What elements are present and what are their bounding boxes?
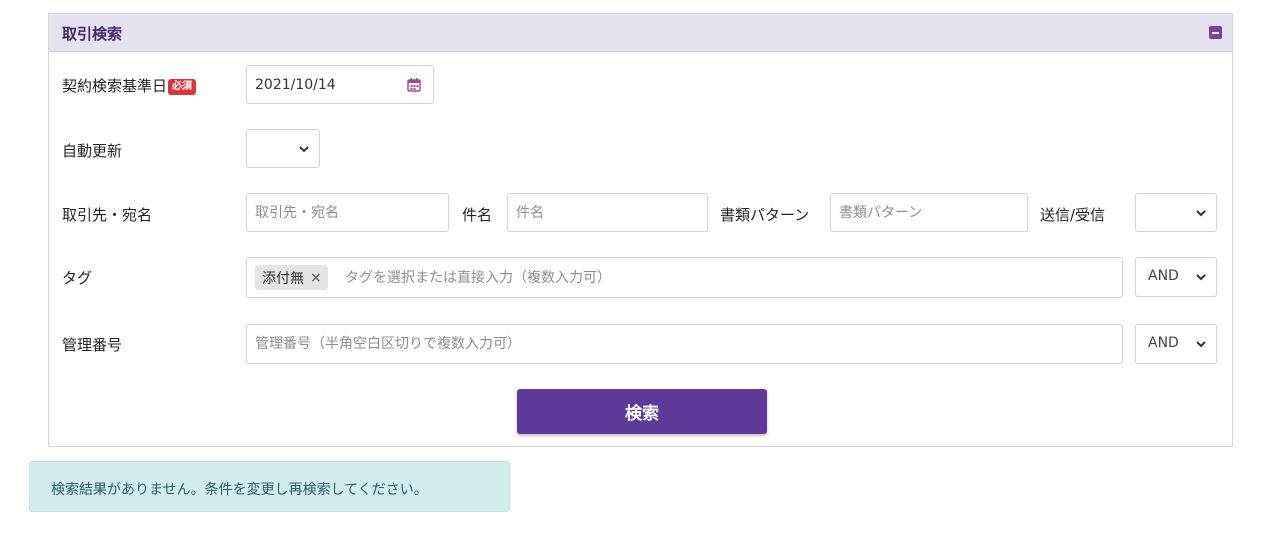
tags-label: タグ bbox=[62, 269, 93, 287]
doc-pattern-label: 書類パターン bbox=[720, 206, 810, 224]
counterparty-label: 取引先・宛名 bbox=[62, 206, 153, 224]
chevron-down-icon bbox=[1196, 274, 1206, 281]
calendar-icon[interactable] bbox=[406, 77, 422, 93]
tags-input[interactable] bbox=[343, 266, 947, 290]
tags-operator-value: AND bbox=[1148, 268, 1179, 284]
chevron-down-icon bbox=[1196, 341, 1206, 348]
tag-chip: 添付無 × bbox=[255, 265, 328, 290]
management-no-input[interactable] bbox=[246, 324, 1123, 364]
alert-message: 検索結果がありません。条件を変更し再検索してください。 bbox=[51, 482, 428, 498]
counterparty-input[interactable] bbox=[246, 193, 449, 232]
management-no-operator-select[interactable]: AND bbox=[1135, 324, 1217, 364]
required-badge: 必須 bbox=[168, 79, 197, 95]
tag-remove-icon[interactable]: × bbox=[310, 270, 322, 286]
no-results-alert: 検索結果がありません。条件を変更し再検索してください。 bbox=[29, 461, 510, 512]
subject-label: 件名 bbox=[462, 206, 493, 224]
contract-date-label-text: 契約検索基準日 bbox=[62, 77, 168, 95]
management-no-label: 管理番号 bbox=[62, 336, 123, 354]
doc-pattern-input[interactable] bbox=[830, 193, 1028, 232]
search-button[interactable]: 検索 bbox=[517, 389, 767, 434]
subject-input[interactable] bbox=[507, 193, 708, 232]
chevron-down-icon bbox=[1196, 210, 1206, 217]
auto-renew-select[interactable] bbox=[246, 129, 320, 168]
management-no-operator-value: AND bbox=[1148, 335, 1179, 351]
trade-search-panel: 取引検索 契約検索基準日必須 自動更新 取引先・宛名 件名 書類パターン 送信/… bbox=[48, 13, 1233, 447]
tags-field[interactable]: 添付無 × bbox=[246, 257, 1123, 298]
tag-chip-label: 添付無 bbox=[262, 270, 304, 287]
auto-renew-label: 自動更新 bbox=[62, 142, 123, 160]
panel-header: 取引検索 bbox=[49, 14, 1232, 52]
tags-operator-select[interactable]: AND bbox=[1135, 257, 1217, 297]
collapse-icon[interactable] bbox=[1209, 26, 1222, 39]
contract-date-label: 契約検索基準日 必須 bbox=[62, 75, 197, 96]
send-receive-label: 送信/受信 bbox=[1040, 206, 1106, 224]
send-receive-select[interactable] bbox=[1135, 193, 1217, 232]
panel-title: 取引検索 bbox=[62, 25, 123, 43]
chevron-down-icon bbox=[299, 146, 309, 153]
